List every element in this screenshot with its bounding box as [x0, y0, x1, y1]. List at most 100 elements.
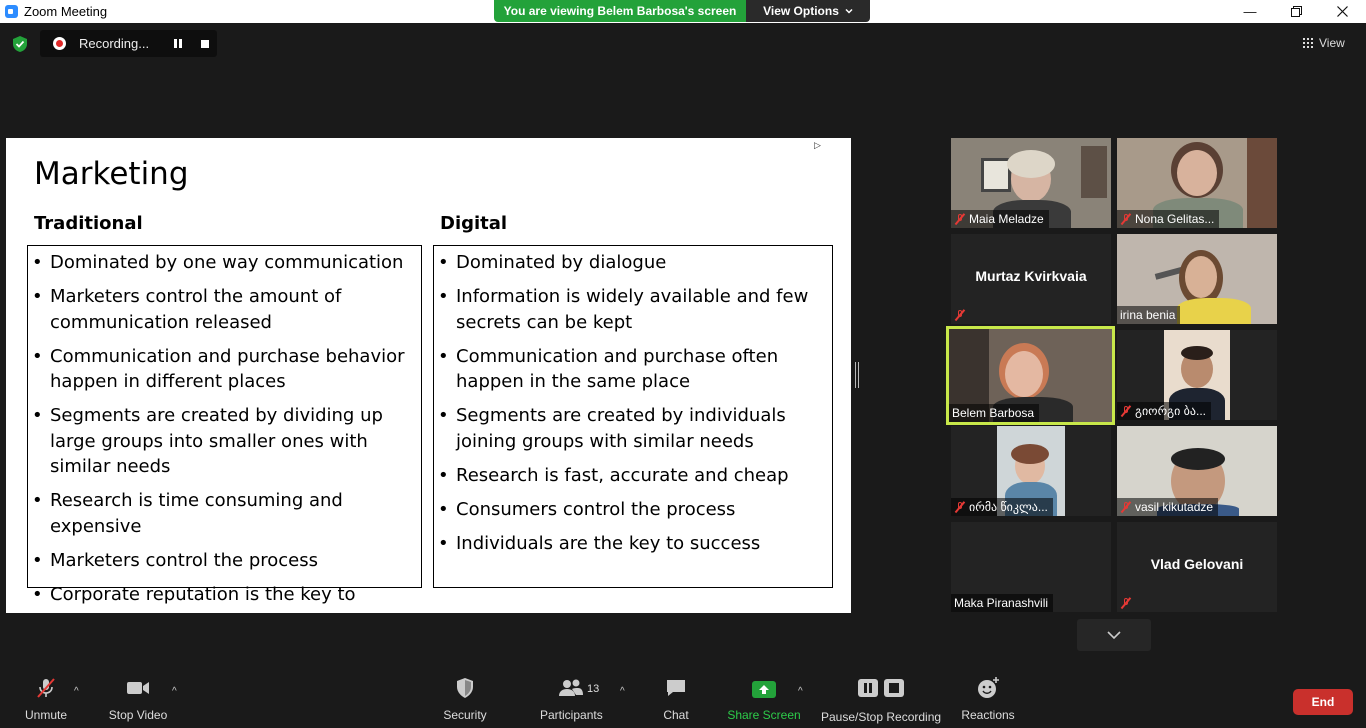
participant-tile-active-speaker[interactable]: Belem Barbosa [946, 326, 1115, 425]
participants-label: Participants [540, 708, 603, 722]
list-item: Individuals are the key to success [434, 531, 826, 557]
restore-icon [1290, 6, 1302, 17]
participant-tile[interactable]: Maia Meladze [951, 138, 1111, 228]
video-camera-icon [127, 682, 149, 694]
stop-video-label: Stop Video [108, 708, 168, 722]
pause-stop-recording-label: Pause/Stop Recording [820, 710, 942, 724]
slide-title: Marketing [34, 156, 189, 192]
zoom-app-icon [5, 5, 18, 18]
participant-name: Belem Barbosa [949, 404, 1040, 422]
muted-mic-icon [1120, 501, 1132, 513]
stop-recording-icon[interactable] [201, 40, 209, 48]
view-button[interactable]: View [1303, 34, 1345, 52]
participant-tile[interactable]: Vlad Gelovani [1117, 522, 1277, 612]
unmute-button[interactable]: Unmute [22, 676, 70, 722]
audio-options-caret[interactable]: ^ [74, 686, 79, 697]
muted-mic-icon [954, 501, 966, 513]
list-item: Information is widely available and few … [434, 284, 826, 335]
participant-tile[interactable]: vasil kikutadze [1117, 426, 1277, 516]
end-meeting-button[interactable]: End [1293, 689, 1353, 715]
participant-tile[interactable]: irina benia [1117, 234, 1277, 324]
encryption-shield-icon[interactable] [11, 35, 29, 53]
participant-face [1005, 351, 1043, 397]
list-item: Consumers control the process [434, 497, 826, 523]
list-item: Corporate reputation is the key to succe… [28, 582, 418, 614]
view-label: View [1319, 36, 1345, 50]
share-screen-icon [752, 681, 776, 698]
participant-name: vasil kikutadze [1117, 498, 1219, 516]
unmute-label: Unmute [24, 708, 68, 722]
panel-resize-handle[interactable] [855, 362, 859, 388]
video-options-caret[interactable]: ^ [172, 686, 177, 697]
participant-name: ირმა წიკლა... [951, 498, 1053, 516]
list-item: Marketers control the amount of communic… [28, 284, 418, 335]
security-button[interactable]: Security [443, 676, 487, 722]
pause-stop-recording-icon [858, 679, 904, 697]
close-icon [1336, 6, 1348, 17]
pause-stop-recording-button[interactable]: Pause/Stop Recording [821, 676, 941, 724]
recording-indicator: Recording... [40, 30, 217, 57]
reactions-smiley-icon [978, 677, 999, 698]
traditional-list: Dominated by one way communication Marke… [28, 250, 418, 613]
traditional-heading: Traditional [34, 213, 143, 234]
window-title: Zoom Meeting [24, 4, 108, 19]
participant-face [1185, 256, 1217, 298]
share-screen-label: Share Screen [727, 708, 801, 722]
participant-tile[interactable]: გიორგი ბა... [1117, 330, 1277, 420]
chat-bubble-icon [667, 680, 685, 696]
list-item: Communication and purchase often happen … [434, 344, 826, 395]
list-item: Dominated by one way communication [28, 250, 418, 276]
minimize-button[interactable]: — [1227, 0, 1273, 23]
participant-name: Maia Meladze [951, 210, 1049, 228]
mouse-cursor-icon: ▷ [814, 141, 821, 151]
list-item: Communication and purchase behavior happ… [28, 344, 418, 395]
pause-recording-icon[interactable] [173, 39, 183, 49]
chat-button[interactable]: Chat [663, 676, 689, 722]
viewing-screen-banner: You are viewing Belem Barbosa's screen [494, 0, 746, 22]
participant-name: irina benia [1117, 306, 1181, 324]
participant-name: Maka Piranashvili [951, 594, 1054, 612]
gallery-next-page-button[interactable] [1077, 619, 1151, 651]
close-button[interactable] [1319, 0, 1365, 23]
list-item: Segments are created by individuals join… [434, 403, 826, 454]
share-screen-button[interactable]: Share Screen [727, 676, 801, 722]
participant-name: გიორგი ბა... [1117, 402, 1211, 420]
participant-name: Nona Gelitas... [1117, 210, 1220, 228]
list-item: Marketers control the process [28, 548, 418, 574]
muted-mic-icon [1120, 597, 1132, 609]
digital-heading: Digital [440, 213, 508, 234]
security-shield-icon [457, 678, 473, 698]
muted-mic-icon [954, 213, 966, 225]
participants-icon [559, 679, 583, 696]
recording-dot-icon [53, 37, 66, 50]
security-label: Security [443, 708, 487, 722]
muted-mic-icon [1120, 405, 1132, 417]
participant-status [1117, 594, 1137, 612]
view-options-button[interactable]: View Options [746, 0, 870, 22]
muted-microphone-icon [37, 678, 55, 698]
stop-video-button[interactable]: Stop Video [109, 676, 167, 722]
participant-tile[interactable]: Nona Gelitas... [1117, 138, 1277, 228]
participant-tile[interactable]: Murtaz Kvirkvaia [951, 234, 1111, 324]
view-options-label: View Options [763, 4, 839, 18]
grid-view-icon [1303, 38, 1313, 48]
participant-face [1177, 150, 1217, 196]
participant-status [951, 306, 971, 324]
list-item: Segments are created by dividing up larg… [28, 403, 418, 480]
list-item: Dominated by dialogue [434, 250, 826, 276]
reactions-button[interactable]: Reactions [961, 676, 1015, 722]
reactions-label: Reactions [961, 708, 1015, 722]
share-options-caret[interactable]: ^ [798, 686, 803, 697]
list-item: Research is time consuming and expensive [28, 488, 418, 539]
recording-label: Recording... [79, 36, 150, 51]
list-item: Research is fast, accurate and cheap [434, 463, 826, 489]
digital-list: Dominated by dialogue Information is wid… [434, 250, 826, 565]
shared-screen-slide: Marketing ▷ Traditional Dominated by one… [6, 138, 851, 613]
participant-tile[interactable]: ირმა წიკლა... [951, 426, 1111, 516]
muted-mic-icon [1120, 213, 1132, 225]
participant-tile[interactable]: Maka Piranashvili [951, 522, 1111, 612]
participants-options-caret[interactable]: ^ [620, 686, 625, 697]
chevron-down-icon [1107, 631, 1121, 639]
chat-label: Chat [663, 708, 689, 722]
restore-button[interactable] [1273, 0, 1319, 23]
